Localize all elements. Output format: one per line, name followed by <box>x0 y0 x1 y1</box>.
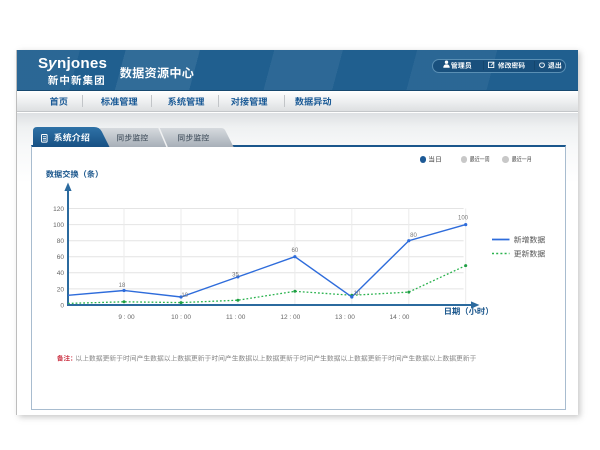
svg-text:100: 100 <box>53 222 64 229</box>
svg-text:20: 20 <box>57 286 65 293</box>
svg-text:14 : 00: 14 : 00 <box>390 314 410 321</box>
svg-text:18: 18 <box>119 283 126 289</box>
svg-text:40: 40 <box>57 270 65 277</box>
svg-text:80: 80 <box>410 233 417 239</box>
svg-text:80: 80 <box>57 238 65 245</box>
svg-text:60: 60 <box>292 248 299 254</box>
svg-text:10: 10 <box>354 291 361 297</box>
svg-text:60: 60 <box>57 254 65 261</box>
svg-text:100: 100 <box>458 215 469 221</box>
svg-text:10 : 00: 10 : 00 <box>171 314 191 321</box>
svg-text:13 : 00: 13 : 00 <box>335 314 355 321</box>
svg-text:0: 0 <box>60 302 64 309</box>
svg-text:10: 10 <box>181 293 188 299</box>
svg-text:9 : 00: 9 : 00 <box>118 314 135 321</box>
svg-text:35: 35 <box>232 272 239 278</box>
svg-text:12 : 00: 12 : 00 <box>280 314 300 321</box>
svg-text:11 : 00: 11 : 00 <box>226 314 246 321</box>
svg-text:120: 120 <box>53 206 64 213</box>
